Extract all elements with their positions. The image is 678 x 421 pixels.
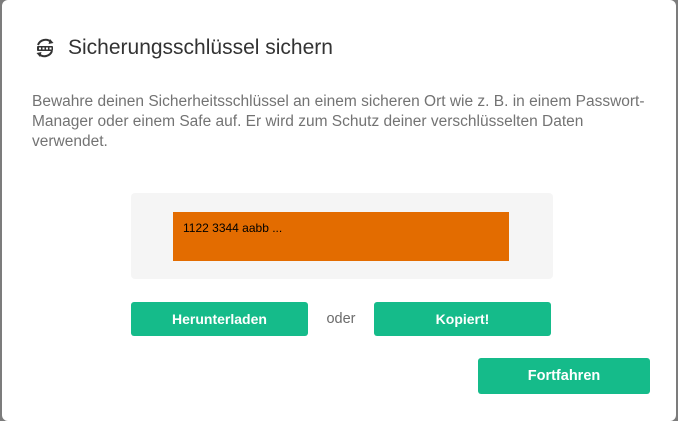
continue-button[interactable]: Fortfahren bbox=[478, 358, 650, 394]
dialog-header: Sicherungsschlüssel sichern bbox=[34, 34, 333, 62]
security-key-value[interactable]: 1122 3344 aabb ... bbox=[173, 212, 509, 261]
dialog-title: Sicherungsschlüssel sichern bbox=[68, 36, 333, 59]
security-key-container: 1122 3344 aabb ... bbox=[131, 193, 553, 279]
or-separator: oder bbox=[326, 311, 356, 327]
dialog-description: Bewahre deinen Sicherheitsschlüssel an e… bbox=[32, 93, 645, 150]
copy-button[interactable]: Kopiert! bbox=[374, 302, 551, 336]
download-button[interactable]: Herunterladen bbox=[131, 302, 308, 336]
backup-key-dialog: Sicherungsschlüssel sichern Bewahre dein… bbox=[2, 0, 676, 421]
key-sync-icon bbox=[34, 37, 56, 59]
